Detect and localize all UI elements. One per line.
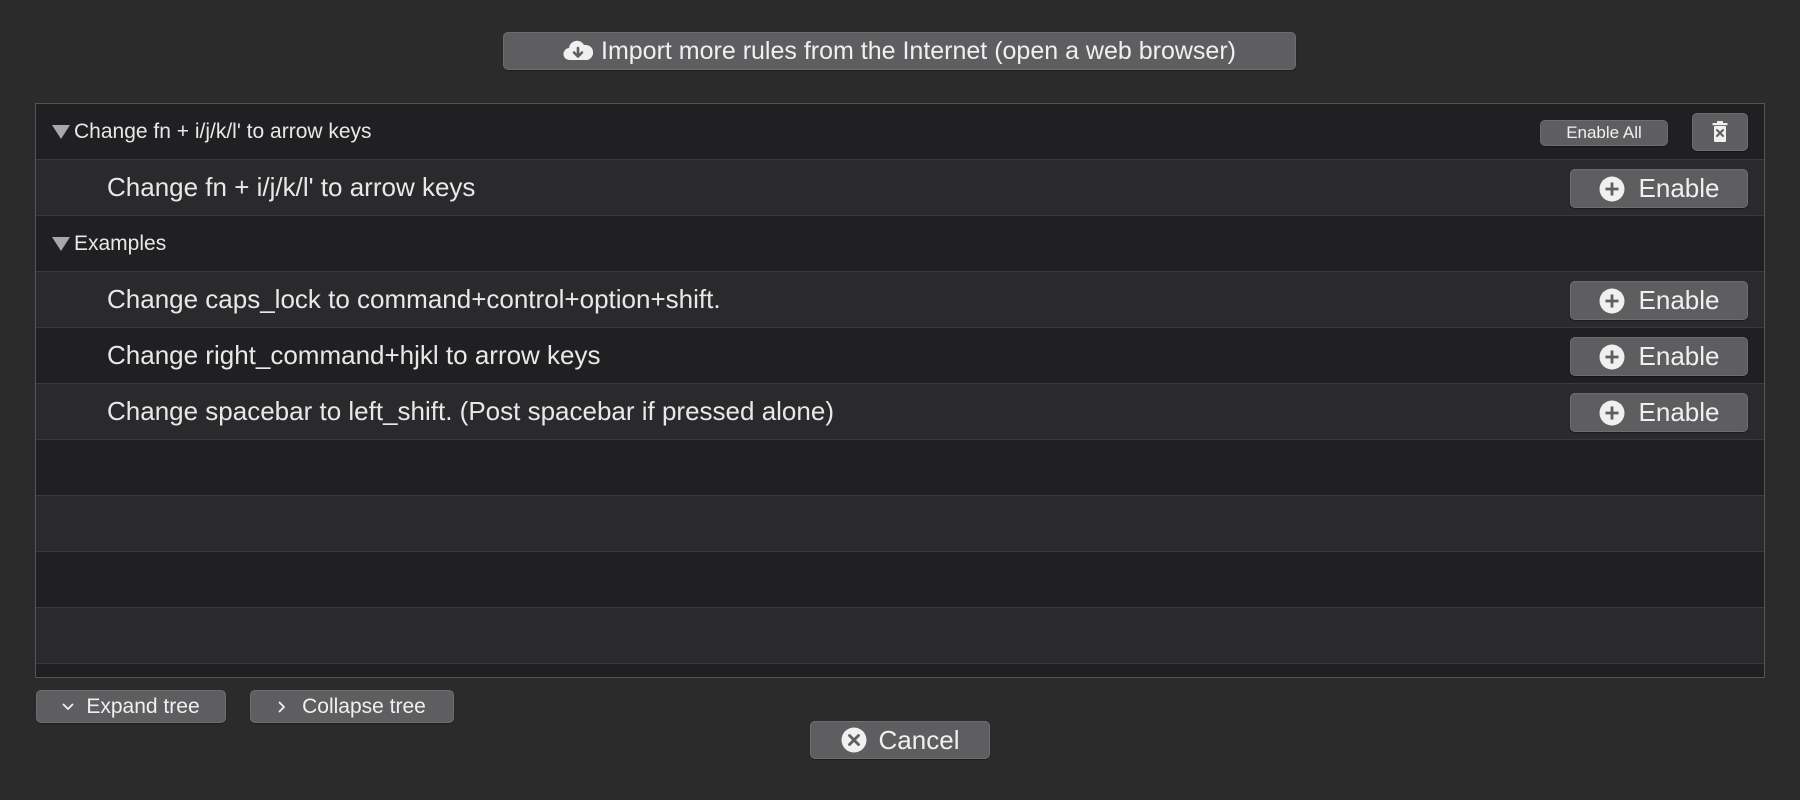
plus-circle-icon: [1599, 344, 1625, 370]
rule-row: Change fn + i/j/k/l' to arrow keys Enabl…: [36, 160, 1764, 216]
empty-row: [36, 440, 1764, 496]
rule-label: Change right_command+hjkl to arrow keys: [107, 340, 601, 370]
group-title: Change fn + i/j/k/l' to arrow keys: [74, 119, 372, 143]
enable-all-label: Enable All: [1566, 123, 1642, 142]
rule-label: Change fn + i/j/k/l' to arrow keys: [107, 172, 476, 202]
enable-button[interactable]: Enable: [1570, 281, 1748, 320]
rule-label: Change spacebar to left_shift. (Post spa…: [107, 396, 834, 426]
group-header-row[interactable]: Change fn + i/j/k/l' to arrow keys Enabl…: [36, 104, 1764, 160]
enable-button[interactable]: Enable: [1570, 169, 1748, 208]
empty-row: [36, 496, 1764, 552]
disclosure-triangle-icon[interactable]: [52, 236, 70, 251]
rule-row: Change spacebar to left_shift. (Post spa…: [36, 384, 1764, 440]
collapse-tree-label: Collapse tree: [302, 694, 426, 718]
import-rules-button[interactable]: Import more rules from the Internet (ope…: [503, 32, 1296, 70]
rule-row: Change right_command+hjkl to arrow keys …: [36, 328, 1764, 384]
import-rules-label: Import more rules from the Internet (ope…: [601, 36, 1236, 65]
disclosure-triangle-icon[interactable]: [52, 124, 70, 139]
cancel-label: Cancel: [878, 724, 960, 755]
collapse-tree-button[interactable]: Collapse tree: [250, 690, 454, 723]
chevron-right-icon: [278, 701, 286, 713]
cancel-button[interactable]: Cancel: [810, 721, 990, 759]
chevron-down-icon: [62, 703, 74, 711]
rule-row: Change caps_lock to command+control+opti…: [36, 272, 1764, 328]
cloud-download-icon: [563, 40, 593, 62]
plus-circle-icon: [1599, 400, 1625, 426]
group-title: Examples: [74, 231, 167, 255]
delete-button[interactable]: [1692, 113, 1748, 151]
empty-row: [36, 608, 1764, 664]
enable-label: Enable: [1638, 285, 1720, 315]
rules-list: Change fn + i/j/k/l' to arrow keys Enabl…: [35, 103, 1765, 678]
enable-all-button[interactable]: Enable All: [1540, 120, 1668, 146]
expand-tree-button[interactable]: Expand tree: [36, 690, 226, 723]
expand-tree-label: Expand tree: [86, 694, 200, 718]
rule-label: Change caps_lock to command+control+opti…: [107, 284, 721, 314]
enable-label: Enable: [1638, 173, 1720, 203]
enable-button[interactable]: Enable: [1570, 393, 1748, 432]
group-header-row[interactable]: Examples: [36, 216, 1764, 272]
trash-icon: [1712, 121, 1728, 143]
plus-circle-icon: [1599, 176, 1625, 202]
plus-circle-icon: [1599, 288, 1625, 314]
enable-label: Enable: [1638, 341, 1720, 371]
enable-label: Enable: [1638, 397, 1720, 427]
empty-row: [36, 552, 1764, 608]
enable-button[interactable]: Enable: [1570, 337, 1748, 376]
close-circle-icon: [841, 727, 867, 753]
